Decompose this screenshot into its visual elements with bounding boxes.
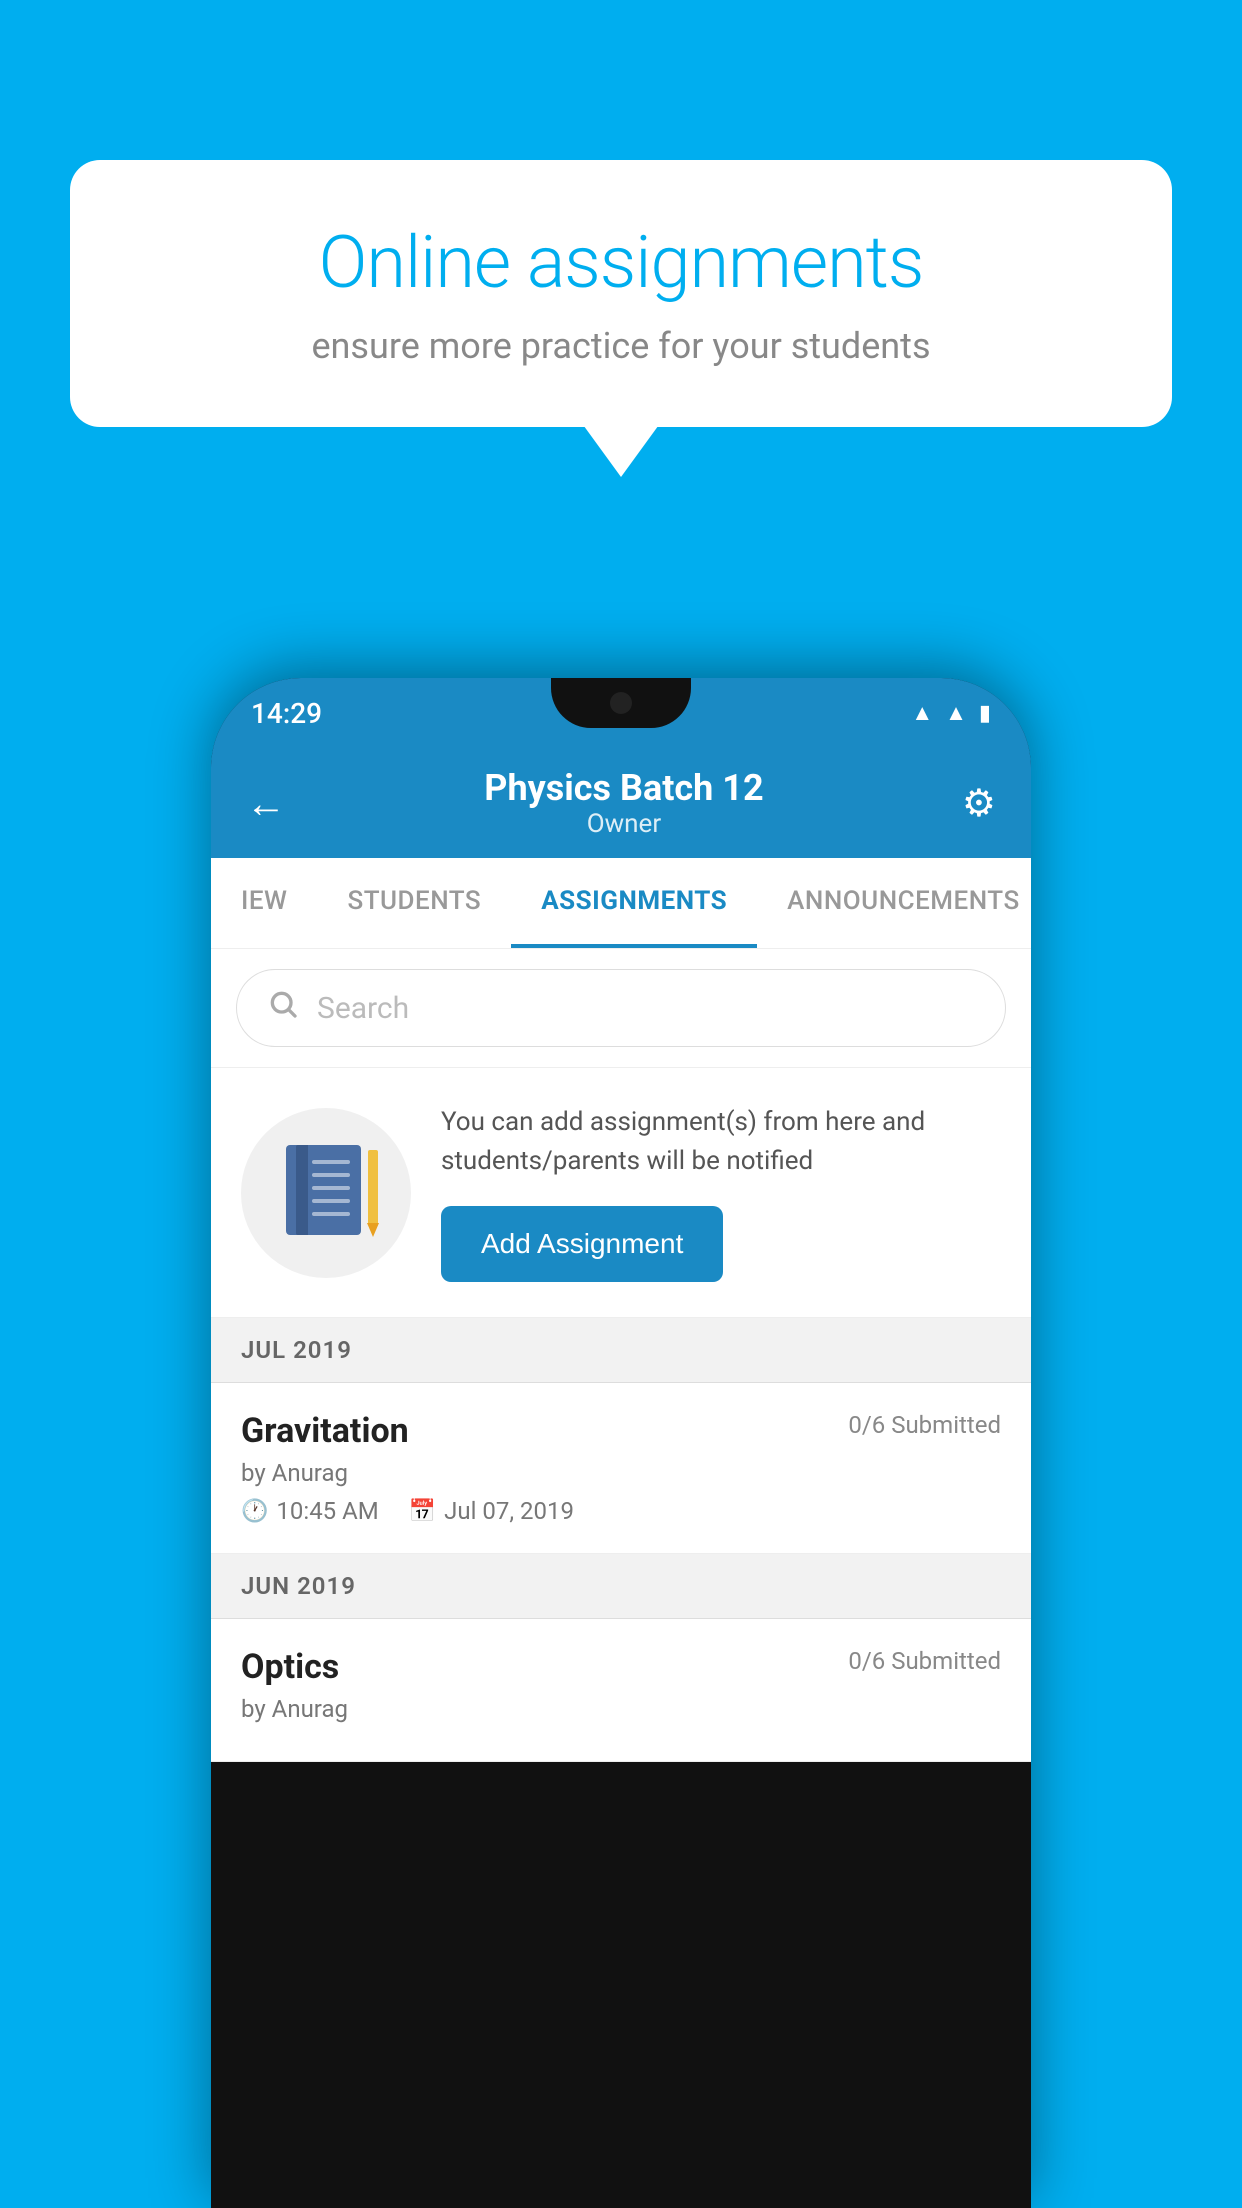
notebook-spine bbox=[296, 1145, 308, 1235]
tab-assignments[interactable]: ASSIGNMENTS bbox=[511, 858, 757, 948]
promo-section: You can add assignment(s) from here and … bbox=[211, 1068, 1031, 1318]
assignment-time-value: 10:45 AM bbox=[276, 1497, 378, 1525]
pencil-tip bbox=[367, 1223, 379, 1237]
tab-students[interactable]: STUDENTS bbox=[317, 858, 511, 948]
assignment-item-gravitation[interactable]: Gravitation 0/6 Submitted by Anurag 🕐 10… bbox=[211, 1383, 1031, 1554]
phone-content: Search bbox=[211, 949, 1031, 1762]
settings-icon[interactable]: ⚙ bbox=[962, 781, 996, 826]
search-bar[interactable]: Search bbox=[236, 969, 1006, 1047]
assignment-submitted-optics: 0/6 Submitted bbox=[848, 1647, 1001, 1675]
header-center: Physics Batch 12 Owner bbox=[484, 767, 763, 839]
assignment-name: Gravitation bbox=[241, 1411, 409, 1451]
speech-bubble-container: Online assignments ensure more practice … bbox=[70, 160, 1172, 427]
search-placeholder: Search bbox=[317, 991, 409, 1026]
bubble-title: Online assignments bbox=[140, 220, 1102, 305]
phone-frame: 14:29 ▲ ▲ ▮ ← Physics Batch 12 Owner ⚙ I… bbox=[211, 678, 1031, 2208]
assignment-top-optics: Optics 0/6 Submitted bbox=[241, 1647, 1001, 1687]
assignment-item-optics[interactable]: Optics 0/6 Submitted by Anurag bbox=[211, 1619, 1031, 1762]
assignment-date-value: Jul 07, 2019 bbox=[444, 1497, 574, 1525]
assignment-date: 📅 Jul 07, 2019 bbox=[409, 1497, 574, 1525]
assignment-top: Gravitation 0/6 Submitted bbox=[241, 1411, 1001, 1451]
assignment-submitted: 0/6 Submitted bbox=[848, 1411, 1001, 1439]
notebook-line bbox=[312, 1186, 350, 1190]
section-header-jul: JUL 2019 bbox=[211, 1318, 1031, 1383]
assignment-name-optics: Optics bbox=[241, 1647, 339, 1687]
promo-description: You can add assignment(s) from here and … bbox=[441, 1103, 1001, 1181]
notebook-icon bbox=[286, 1145, 366, 1240]
notebook-line bbox=[312, 1199, 350, 1203]
back-button[interactable]: ← bbox=[246, 780, 286, 827]
header-title: Physics Batch 12 bbox=[484, 767, 763, 809]
search-bar-container: Search bbox=[211, 949, 1031, 1068]
assignment-by-optics: by Anurag bbox=[241, 1695, 1001, 1723]
add-assignment-button[interactable]: Add Assignment bbox=[441, 1206, 723, 1282]
wifi-icon: ▲ bbox=[911, 700, 933, 726]
assignment-by: by Anurag bbox=[241, 1459, 1001, 1487]
promo-right: You can add assignment(s) from here and … bbox=[441, 1103, 1001, 1282]
header-subtitle: Owner bbox=[484, 809, 763, 839]
assignment-meta: 🕐 10:45 AM 📅 Jul 07, 2019 bbox=[241, 1497, 1001, 1525]
notebook-line bbox=[312, 1160, 350, 1164]
notch bbox=[551, 678, 691, 728]
status-icons: ▲ ▲ ▮ bbox=[911, 700, 991, 726]
section-header-jun: JUN 2019 bbox=[211, 1554, 1031, 1619]
tabs-bar: IEW STUDENTS ASSIGNMENTS ANNOUNCEMENTS bbox=[211, 858, 1031, 949]
pencil-icon bbox=[368, 1150, 378, 1225]
promo-icon-circle bbox=[241, 1108, 411, 1278]
tab-iew[interactable]: IEW bbox=[211, 858, 317, 948]
notebook-line bbox=[312, 1173, 350, 1177]
app-header: ← Physics Batch 12 Owner ⚙ bbox=[211, 748, 1031, 858]
notebook-line bbox=[312, 1212, 350, 1216]
speech-bubble: Online assignments ensure more practice … bbox=[70, 160, 1172, 427]
bubble-subtitle: ensure more practice for your students bbox=[140, 325, 1102, 367]
calendar-icon: 📅 bbox=[409, 1499, 436, 1524]
clock-icon: 🕐 bbox=[241, 1499, 268, 1524]
camera-dot bbox=[610, 692, 632, 714]
notebook-lines bbox=[312, 1160, 350, 1216]
status-bar: 14:29 ▲ ▲ ▮ bbox=[211, 678, 1031, 748]
search-icon bbox=[267, 988, 299, 1028]
signal-icon: ▲ bbox=[945, 700, 967, 726]
tab-announcements[interactable]: ANNOUNCEMENTS bbox=[757, 858, 1031, 948]
battery-icon: ▮ bbox=[979, 701, 991, 726]
notebook-body bbox=[286, 1145, 361, 1235]
status-time: 14:29 bbox=[251, 697, 322, 730]
assignment-time: 🕐 10:45 AM bbox=[241, 1497, 379, 1525]
